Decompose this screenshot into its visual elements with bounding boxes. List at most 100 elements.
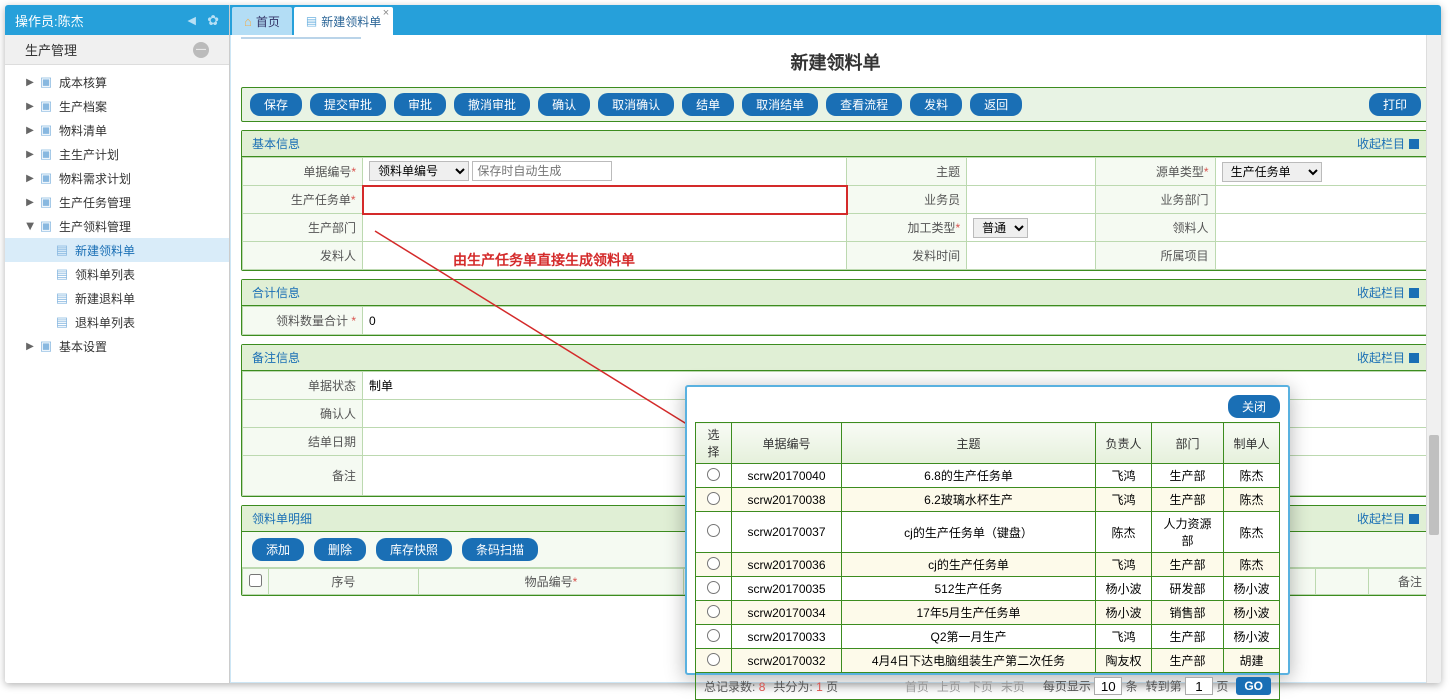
tree-subitem-退料单列表[interactable]: ▤退料单列表 [5, 310, 229, 334]
tree-subitem-领料单列表[interactable]: ▤领料单列表 [5, 262, 229, 286]
detail-删除[interactable]: 删除 [314, 538, 366, 561]
toolbar-取消结单[interactable]: 取消结单 [742, 93, 818, 116]
tree-subitem-新建领料单[interactable]: ▤新建领料单 [5, 238, 229, 262]
tree-item-物料需求计划[interactable]: ▶▣物料需求计划 [5, 166, 229, 190]
print-button[interactable]: 打印 [1369, 93, 1421, 116]
popup-pager: 总记录数: 8 共分为: 1 页 首页 上页 下页 末页 每页显示 条 转到第 … [695, 673, 1280, 700]
toolbar-提交审批[interactable]: 提交审批 [310, 93, 386, 116]
popup-close-button[interactable]: 关闭 [1228, 395, 1280, 418]
pager-prev[interactable]: 上页 [937, 678, 961, 695]
row-radio[interactable] [707, 605, 720, 618]
popup-col-制单人: 制单人 [1224, 423, 1280, 464]
tabbar: ⌂首页▤新建领料单× [230, 5, 1441, 35]
doc-no-input[interactable] [472, 161, 612, 181]
popup-row[interactable]: scrw201700324月4日下达电脑组装生产第二次任务 陶友权生产部胡建 [696, 649, 1280, 673]
toolbar-发料[interactable]: 发料 [910, 93, 962, 116]
tree-item-物料清单[interactable]: ▶▣物料清单 [5, 118, 229, 142]
section-total-title: 合计信息 [252, 284, 300, 301]
detail-checkall[interactable] [249, 574, 262, 587]
toolbar-查看流程[interactable]: 查看流程 [826, 93, 902, 116]
row-radio[interactable] [707, 557, 720, 570]
section-basic: 基本信息 收起栏目 单据编号* 领料单编号 主题 源单类型* 生产任务单 [241, 130, 1430, 271]
sidebar-header: 操作员:陈杰 ◄ ✿ [5, 5, 229, 35]
folder-icon: ▣ [39, 123, 53, 137]
tree-subitem-新建退料单[interactable]: ▤新建退料单 [5, 286, 229, 310]
tab-新建领料单[interactable]: ▤新建领料单× [294, 7, 393, 35]
section-basic-title: 基本信息 [252, 135, 300, 152]
folder-icon: ▣ [39, 75, 53, 89]
vertical-scrollbar[interactable] [1426, 35, 1441, 683]
collapse-remark[interactable]: 收起栏目 [1357, 349, 1419, 366]
page-icon: ▤ [55, 267, 69, 281]
popup-col-部门: 部门 [1152, 423, 1224, 464]
collapse-basic[interactable]: 收起栏目 [1357, 135, 1419, 152]
toolbar-保存[interactable]: 保存 [250, 93, 302, 116]
tree-item-基本设置[interactable]: ▶▣基本设置 [5, 334, 229, 358]
section-detail-title: 领料单明细 [252, 510, 312, 527]
tab-首页[interactable]: ⌂首页 [232, 7, 292, 35]
toolbar-确认[interactable]: 确认 [538, 93, 590, 116]
section-total: 合计信息 收起栏目 领料数量合计 * 0 [241, 279, 1430, 336]
popup-col-负责人: 负责人 [1096, 423, 1152, 464]
popup-row[interactable]: scrw20170033Q2第一月生产 飞鸿生产部杨小波 [696, 625, 1280, 649]
tree-item-生产任务管理[interactable]: ▶▣生产任务管理 [5, 190, 229, 214]
page-icon: ▤ [55, 291, 69, 305]
toolbar-返回[interactable]: 返回 [970, 93, 1022, 116]
row-radio[interactable] [707, 581, 720, 594]
pager-first[interactable]: 首页 [905, 678, 929, 695]
popup-row[interactable]: scrw201700406.8的生产任务单 飞鸿生产部陈杰 [696, 464, 1280, 488]
sidebar-gear-icon[interactable]: ✿ [207, 12, 219, 28]
pager-go-button[interactable]: GO [1236, 677, 1271, 695]
detail-库存快照[interactable]: 库存快照 [376, 538, 452, 561]
toolbar: 保存提交审批审批撤消审批确认取消确认结单取消结单查看流程发料返回 打印 [241, 87, 1430, 122]
section-remark-title: 备注信息 [252, 349, 300, 366]
doc-no-type-select[interactable]: 领料单编号 [369, 161, 469, 181]
proc-type-select[interactable]: 普通 [973, 218, 1028, 238]
toolbar-结单[interactable]: 结单 [682, 93, 734, 116]
tree-item-生产档案[interactable]: ▶▣生产档案 [5, 94, 229, 118]
toolbar-撤消审批[interactable]: 撤消审批 [454, 93, 530, 116]
folder-icon: ▣ [39, 339, 53, 353]
tree-item-成本核算[interactable]: ▶▣成本核算 [5, 70, 229, 94]
detail-添加[interactable]: 添加 [252, 538, 304, 561]
row-radio[interactable] [707, 468, 720, 481]
folder-icon: ▣ [39, 171, 53, 185]
tree-root[interactable]: 生产管理 — [5, 35, 229, 65]
task-picker-popup: 关闭 选择单据编号主题负责人部门制单人 scrw201700406.8的生产任务… [685, 385, 1290, 675]
collapse-detail[interactable]: 收起栏目 [1357, 510, 1419, 527]
collapse-icon[interactable]: — [193, 42, 209, 58]
detail-col-check [243, 569, 269, 595]
popup-row[interactable]: scrw201700386.2玻璃水杯生产 飞鸿生产部陈杰 [696, 488, 1280, 512]
popup-row[interactable]: scrw20170037cj的生产任务单（键盘） 陈杰人力资源部陈杰 [696, 512, 1280, 553]
folder-icon: ▣ [39, 195, 53, 209]
close-icon[interactable]: × [383, 7, 389, 19]
pager-next[interactable]: 下页 [969, 678, 993, 695]
detail-条码扫描[interactable]: 条码扫描 [462, 538, 538, 561]
tree-item-主生产计划[interactable]: ▶▣主生产计划 [5, 142, 229, 166]
pager-perpage-input[interactable] [1094, 677, 1122, 695]
pager-goto-input[interactable] [1185, 677, 1213, 695]
detail-col-序号: 序号 [269, 569, 419, 595]
toolbar-审批[interactable]: 审批 [394, 93, 446, 116]
popup-row[interactable]: scrw20170036cj的生产任务单 飞鸿生产部陈杰 [696, 553, 1280, 577]
popup-row[interactable]: scrw20170035512生产任务 杨小波研发部杨小波 [696, 577, 1280, 601]
popup-col-单据编号: 单据编号 [732, 423, 842, 464]
popup-row[interactable]: scrw2017003417年5月生产任务单 杨小波销售部杨小波 [696, 601, 1280, 625]
row-radio[interactable] [707, 629, 720, 642]
folder-icon: ▣ [39, 99, 53, 113]
tree-item-生产领料管理[interactable]: ▶▣生产领料管理 [5, 214, 229, 238]
pager-last[interactable]: 末页 [1001, 678, 1025, 695]
row-radio[interactable] [707, 653, 720, 666]
toolbar-取消确认[interactable]: 取消确认 [598, 93, 674, 116]
page-icon: ▤ [55, 315, 69, 329]
src-type-select[interactable]: 生产任务单 [1222, 162, 1322, 182]
folder-icon: ▣ [39, 219, 53, 233]
collapse-total[interactable]: 收起栏目 [1357, 284, 1419, 301]
home-icon: ⌂ [244, 14, 252, 29]
popup-col-主题: 主题 [842, 423, 1096, 464]
detail-col-物品编号: 物品编号* [418, 569, 684, 595]
row-radio[interactable] [707, 524, 720, 537]
row-radio[interactable] [707, 492, 720, 505]
sidebar-back-icon[interactable]: ◄ [185, 12, 199, 28]
popup-col-选择: 选择 [696, 423, 732, 464]
